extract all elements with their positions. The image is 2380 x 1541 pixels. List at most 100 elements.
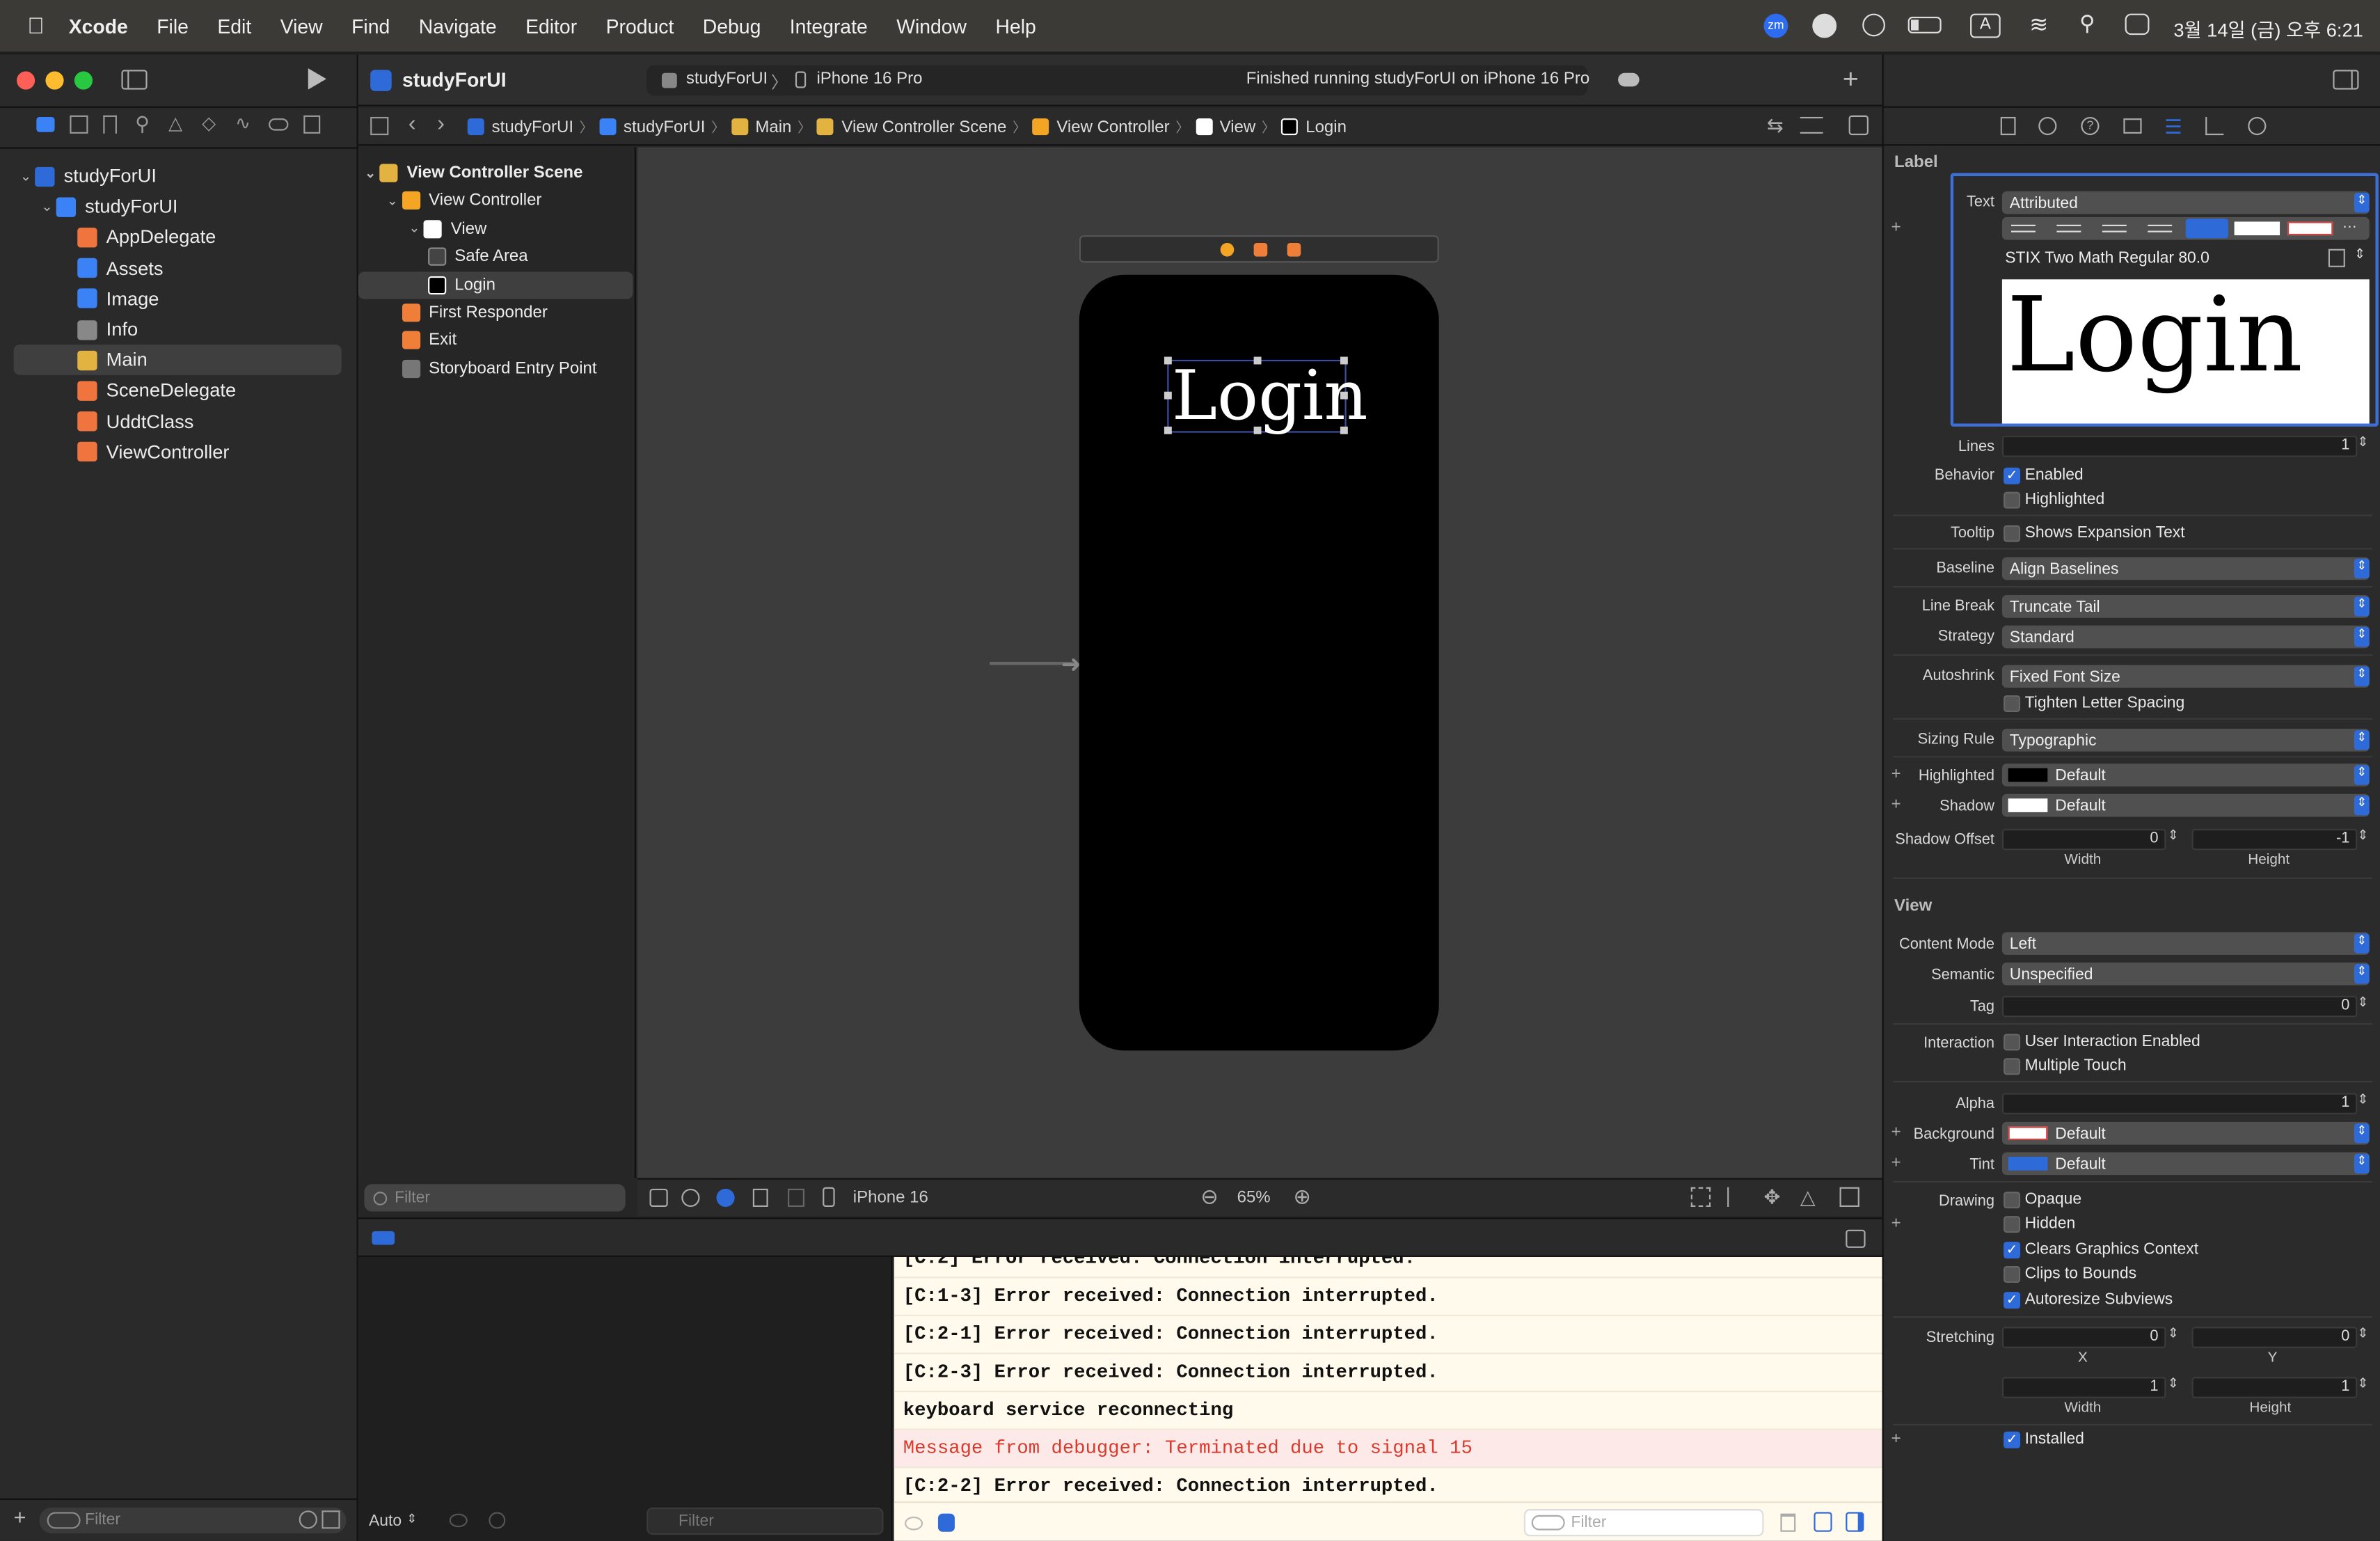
user-interaction-checkbox[interactable] xyxy=(2004,1034,2021,1051)
search-icon[interactable]: ⚲ xyxy=(2079,10,2095,36)
outline-item[interactable]: Safe Area xyxy=(358,243,633,270)
play-status-icon[interactable] xyxy=(1862,13,1885,37)
identity-inspector-icon[interactable] xyxy=(2123,118,2142,134)
hide-debug-area-icon[interactable] xyxy=(1846,1229,1866,1248)
stretching-width-field[interactable]: 1 xyxy=(2001,1377,2166,1398)
breadcrumb-item[interactable]: Login xyxy=(1306,118,1347,136)
menu-navigate[interactable]: Navigate xyxy=(419,15,497,38)
source-control-nav-icon[interactable] xyxy=(70,115,88,134)
folder-nav-icon[interactable] xyxy=(36,116,55,132)
menu-file[interactable]: File xyxy=(157,15,189,38)
device-selector[interactable]: iPhone 16 Pro xyxy=(816,70,922,88)
shadow-color-popup[interactable]: Default ⇕ xyxy=(2001,793,2370,817)
enabled-checkbox[interactable]: ✓ xyxy=(2004,467,2021,484)
tooltip-checkbox[interactable] xyxy=(2004,525,2021,542)
eye-icon[interactable] xyxy=(449,1513,468,1528)
linebreak-popup[interactable]: Truncate Tail ⇕ xyxy=(2001,594,2370,618)
outline-item[interactable]: ⌄ View xyxy=(358,215,633,242)
size-class-icon[interactable] xyxy=(788,1188,804,1207)
hidden-checkbox[interactable] xyxy=(2004,1216,2021,1233)
nav-item[interactable]: AppDelegate xyxy=(14,222,342,253)
menu-find[interactable]: Find xyxy=(351,15,390,38)
storyboard-canvas[interactable]: ➜ Login xyxy=(637,147,1882,1178)
stretching-height-stepper[interactable]: ⇕ xyxy=(2357,1375,2368,1392)
inspector-toggle-icon[interactable] xyxy=(2333,70,2359,90)
nav-item[interactable]: Info xyxy=(14,314,342,345)
alpha-field[interactable]: 1 xyxy=(2001,1093,2358,1114)
disclosure-icon[interactable]: ⌄ xyxy=(383,193,402,210)
background-popup[interactable]: Default ⇕ xyxy=(2001,1121,2370,1145)
minimize-window-button[interactable] xyxy=(45,71,64,90)
device-config-label[interactable]: iPhone 16 xyxy=(853,1189,928,1207)
align-icon[interactable] xyxy=(1727,1187,1747,1207)
nav-item[interactable]: Assets xyxy=(14,253,342,283)
content-mode-popup[interactable]: Left ⇕ xyxy=(2001,932,2370,955)
highlighted-color-popup[interactable]: Default ⇕ xyxy=(2001,764,2370,787)
history-inspector-icon[interactable] xyxy=(2038,116,2057,136)
text-type-popup[interactable]: Attributed ⇕ xyxy=(2001,191,2370,214)
help-inspector-icon[interactable]: ? xyxy=(2081,116,2100,136)
info-icon[interactable] xyxy=(489,1512,506,1529)
installed-checkbox[interactable]: ✓ xyxy=(2004,1431,2021,1448)
shadow-height-stepper[interactable]: ⇕ xyxy=(2357,828,2368,844)
login-label[interactable]: Login xyxy=(1164,355,1368,436)
menu-xcode[interactable]: Xcode xyxy=(69,15,128,38)
zoom-window-button[interactable] xyxy=(74,71,93,90)
show-console-icon[interactable] xyxy=(1846,1512,1864,1532)
disclosure-icon[interactable]: ⌄ xyxy=(38,198,56,215)
entry-arrow-icon[interactable]: ➜ xyxy=(1061,650,1081,681)
size-inspector-icon[interactable] xyxy=(2205,116,2224,136)
back-arrow-icon[interactable]: ‹ xyxy=(408,111,416,136)
show-variables-icon[interactable] xyxy=(1814,1512,1832,1532)
library-add-button[interactable]: + xyxy=(1843,64,1859,96)
menu-integrate[interactable]: Integrate xyxy=(790,15,868,38)
menu-editor[interactable]: Editor xyxy=(525,15,577,38)
connections-inspector-icon[interactable] xyxy=(2248,116,2267,136)
align-natural-icon[interactable] xyxy=(2185,219,2228,239)
forward-arrow-icon[interactable]: › xyxy=(437,111,445,136)
shadow-offset-width[interactable]: 0 xyxy=(2001,828,2166,851)
add-background-variation-icon[interactable]: + xyxy=(1891,1123,1901,1141)
scm-filter-icon[interactable] xyxy=(322,1510,340,1529)
clock[interactable]: 3월 14일 (금) 오후 6:21 xyxy=(2173,14,2363,42)
stretching-y-stepper[interactable]: ⇕ xyxy=(2357,1325,2368,1342)
stretching-width-stepper[interactable]: ⇕ xyxy=(2168,1375,2179,1392)
cloud-icon[interactable] xyxy=(1618,72,1640,87)
add-tint-variation-icon[interactable]: + xyxy=(1891,1154,1901,1172)
exit-dock-icon[interactable] xyxy=(1287,242,1301,257)
stretching-height-field[interactable]: 1 xyxy=(2191,1377,2358,1398)
semantic-popup[interactable]: Unspecified ⇕ xyxy=(2001,962,2370,986)
editor-options-icon[interactable] xyxy=(1800,116,1823,134)
bookmark-nav-icon[interactable] xyxy=(103,115,117,134)
outline-filter-field[interactable]: Filter xyxy=(364,1184,626,1212)
outline-item[interactable]: Login xyxy=(358,271,633,299)
test-nav-icon[interactable]: ◇ xyxy=(202,112,216,134)
orientation-icon[interactable] xyxy=(752,1188,768,1207)
font-name[interactable]: STIX Two Math Regular 80.0 xyxy=(2005,249,2210,267)
file-inspector-icon[interactable] xyxy=(2000,116,2016,136)
stretching-x-stepper[interactable]: ⇕ xyxy=(2168,1325,2179,1342)
font-size-stepper[interactable]: ⇕ xyxy=(2354,246,2365,262)
opaque-checkbox[interactable] xyxy=(2004,1192,2021,1209)
tighten-checkbox[interactable] xyxy=(2004,695,2021,712)
trash-icon[interactable] xyxy=(1780,1513,1796,1532)
add-variation-icon[interactable]: + xyxy=(1891,219,1901,237)
menu-product[interactable]: Product xyxy=(606,15,674,38)
alignment-control[interactable]: … xyxy=(2001,216,2370,240)
nav-item[interactable]: ViewController xyxy=(14,437,342,468)
debug-nav-icon[interactable]: ∿ xyxy=(235,112,251,134)
stretching-x-field[interactable]: 0 xyxy=(2001,1327,2166,1348)
nav-item[interactable]: Image xyxy=(14,283,342,314)
align-center-icon[interactable] xyxy=(2056,224,2081,232)
attributes-inspector-icon[interactable]: ☰ xyxy=(2164,116,2182,140)
autoresize-checkbox[interactable]: ✓ xyxy=(2004,1292,2021,1309)
breakpoints-toggle-icon[interactable] xyxy=(372,1231,395,1245)
more-options-icon[interactable]: … xyxy=(2342,216,2357,232)
menu-edit[interactable]: Edit xyxy=(217,15,251,38)
wechat-status-icon[interactable] xyxy=(1812,13,1837,38)
baseline-popup[interactable]: Align Baselines ⇕ xyxy=(2001,557,2370,580)
menu-window[interactable]: Window xyxy=(896,15,967,38)
font-picker-icon[interactable] xyxy=(2328,248,2345,267)
menu-debug[interactable]: Debug xyxy=(703,15,761,38)
zoom-status-icon[interactable]: zm xyxy=(1763,13,1788,38)
